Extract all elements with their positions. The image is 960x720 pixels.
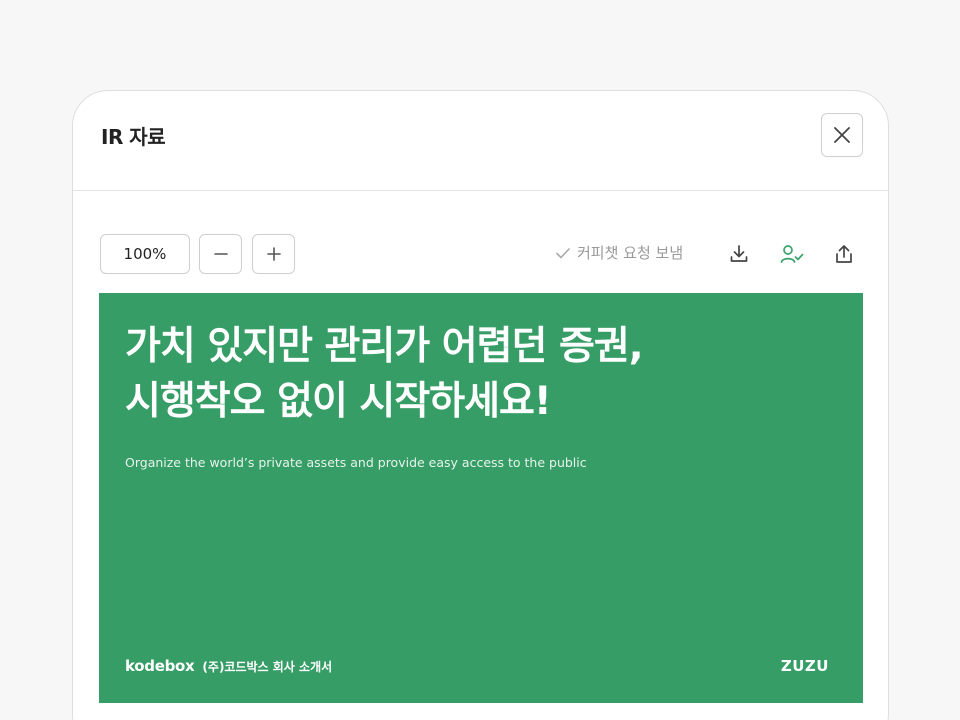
zuzu-logo: ZUZU <box>780 657 829 675</box>
share-button[interactable] <box>832 242 856 266</box>
ir-materials-modal: IR 자료 100% 커피챗 요청 보냄 가치 있지만 관리가 어렵던 증권, … <box>72 90 889 720</box>
slide-subtitle: Organize the world’s private assets and … <box>125 455 587 470</box>
close-icon <box>834 127 850 143</box>
plus-icon <box>266 247 281 261</box>
modal-header: IR 자료 <box>73 91 888 191</box>
ir-slide-preview: 가치 있지만 관리가 어렵던 증권, 시행착오 없이 시작하세요! Organi… <box>99 293 863 703</box>
slide-footer-brand: kodebox (주)코드박스 회사 소개서 <box>125 657 332 675</box>
share-icon <box>836 245 852 263</box>
zoom-level-display: 100% <box>100 234 190 274</box>
kodebox-logo: kodebox <box>125 657 195 675</box>
headline-line-1: 가치 있지만 관리가 어렵던 증권, <box>125 324 644 369</box>
viewer-toolbar: 100% 커피챗 요청 보냄 <box>73 234 888 274</box>
request-status-label: 커피챗 요청 보냄 <box>577 244 684 262</box>
zoom-in-button[interactable] <box>252 234 295 274</box>
close-button[interactable] <box>821 113 863 157</box>
check-icon <box>556 247 570 258</box>
download-icon <box>730 245 748 262</box>
slide-headline: 가치 있지만 관리가 어렵던 증권, 시행착오 없이 시작하세요! <box>125 319 644 429</box>
coffee-chat-request-status: 커피챗 요청 보냄 <box>555 242 683 263</box>
headline-line-2: 시행착오 없이 시작하세요! <box>125 379 552 424</box>
user-check-icon <box>780 245 804 263</box>
user-check-button[interactable] <box>780 242 804 266</box>
minus-icon <box>213 253 228 255</box>
download-button[interactable] <box>727 242 751 266</box>
company-intro-label: (주)코드박스 회사 소개서 <box>202 660 333 674</box>
modal-title: IR 자료 <box>101 125 166 149</box>
zoom-out-button[interactable] <box>199 234 242 274</box>
